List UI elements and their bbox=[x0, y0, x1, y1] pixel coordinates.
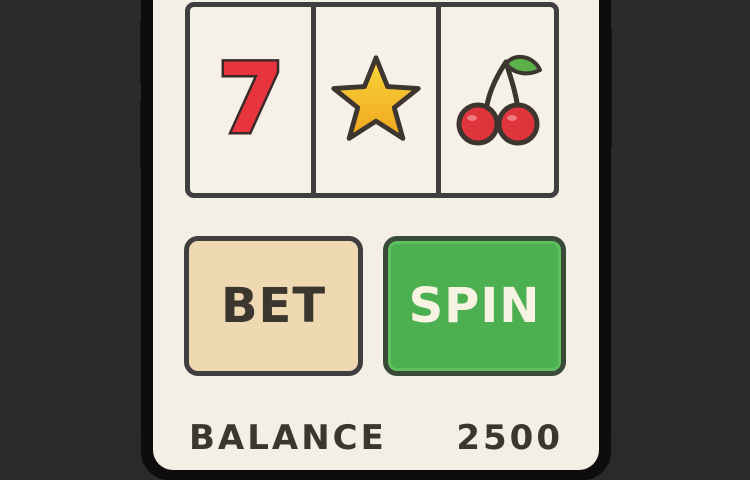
balance-row: BALANCE 2500 bbox=[189, 418, 563, 458]
cherry-icon bbox=[456, 54, 542, 146]
balance-label: BALANCE bbox=[189, 418, 387, 458]
seven-glyph: 7 bbox=[217, 50, 284, 150]
seven-icon: 7 bbox=[215, 50, 287, 150]
spin-button[interactable]: SPIN bbox=[383, 236, 566, 376]
bet-button-label: BET bbox=[220, 278, 327, 334]
reel-3 bbox=[441, 7, 554, 193]
reel-1: 7 bbox=[190, 7, 311, 193]
bet-button[interactable]: BET bbox=[184, 236, 363, 376]
reel-2 bbox=[316, 7, 436, 193]
spin-button-label: SPIN bbox=[408, 278, 541, 334]
star-icon bbox=[331, 55, 421, 141]
balance-value: 2500 bbox=[456, 418, 563, 458]
slot-machine-screen: 7 BET SPIN BALANCE 2500 bbox=[153, 0, 599, 470]
reel-window: 7 bbox=[185, 2, 559, 198]
